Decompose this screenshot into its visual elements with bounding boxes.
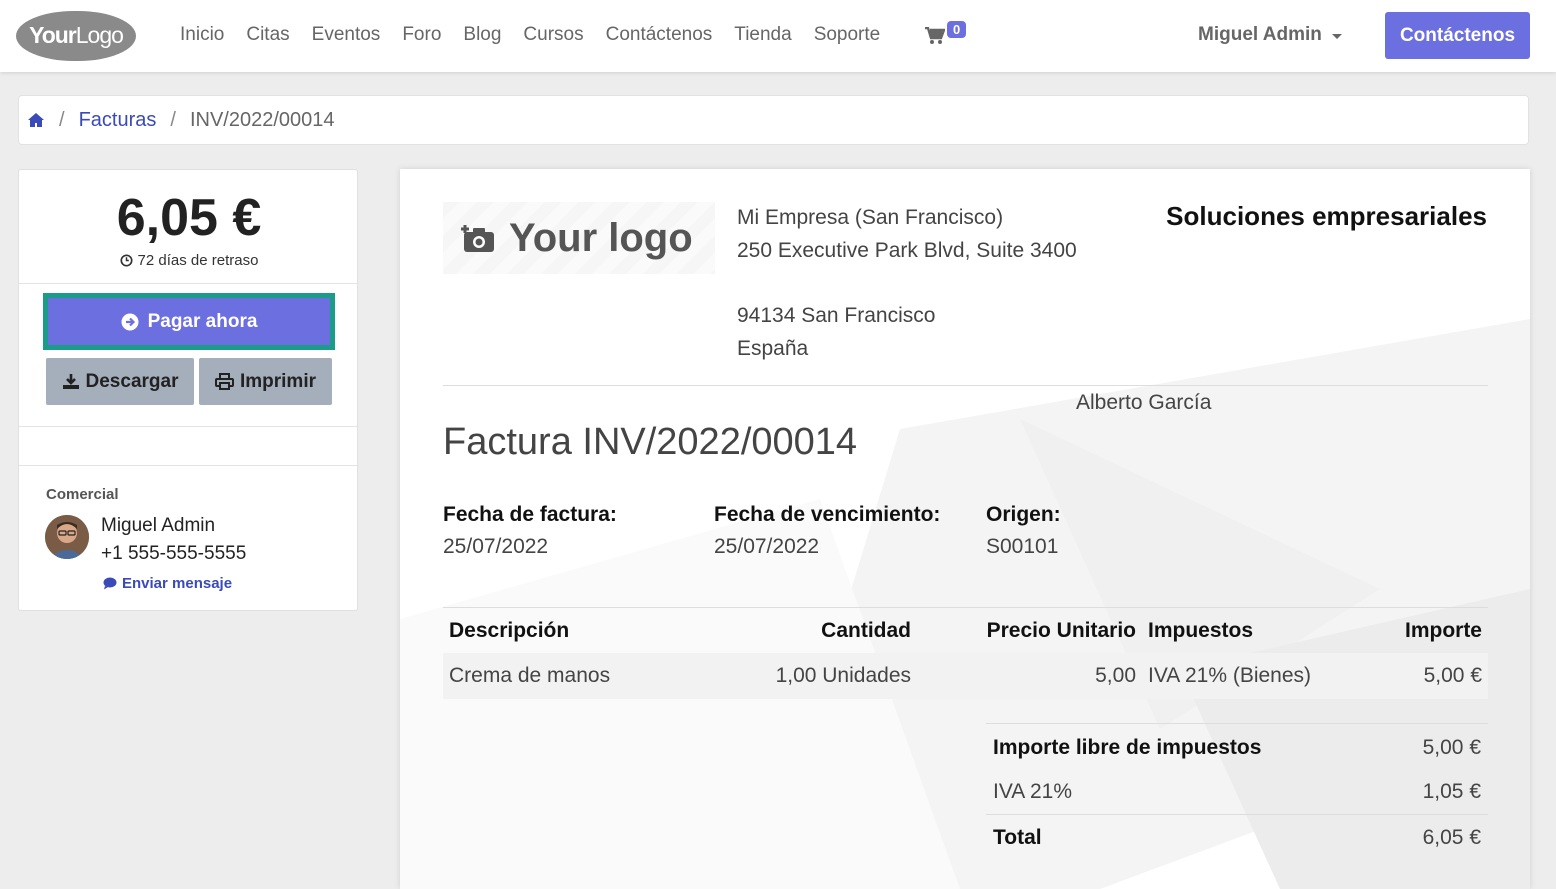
- send-message-label: Enviar mensaje: [122, 575, 233, 592]
- col-unit-price: Precio Unitario: [986, 619, 1136, 642]
- download-label: Descargar: [85, 370, 179, 392]
- nav-link-tienda[interactable]: Tienda: [734, 24, 791, 46]
- line-description: Crema de manos: [449, 664, 611, 687]
- nav-link-citas[interactable]: Citas: [246, 24, 289, 46]
- breadcrumb-separator: /: [170, 108, 176, 131]
- line-unit-price: 5,00: [1095, 664, 1136, 687]
- company-address: Mi Empresa (San Francisco) 250 Executive…: [737, 201, 1077, 365]
- company-logo-placeholder: Your logo: [443, 202, 715, 274]
- divider: [443, 385, 1488, 386]
- line-amount: 5,00 €: [1423, 664, 1482, 687]
- company-street: 250 Executive Park Blvd, Suite 3400: [737, 239, 1077, 262]
- col-amount: Importe: [1404, 619, 1482, 642]
- line-quantity: 1,00 Unidades: [775, 664, 911, 687]
- divider: [19, 283, 359, 284]
- table-row: Crema de manos 1,00 Unidades 5,00 IVA 21…: [443, 653, 1488, 699]
- cart-icon: [925, 27, 945, 44]
- print-icon: [214, 373, 234, 390]
- subtotal-value: 5,00 €: [1422, 735, 1481, 759]
- caret-down-icon: [1331, 33, 1342, 39]
- cart-button[interactable]: 0: [925, 21, 975, 52]
- top-navbar: YourLogo Inicio Citas Eventos Foro Blog …: [0, 0, 1556, 72]
- due-date-value: 25/07/2022: [714, 535, 820, 558]
- table-header-row: Descripción Cantidad Precio Unitario Imp…: [443, 609, 1488, 653]
- divider: [19, 465, 359, 466]
- download-button[interactable]: Descargar: [46, 358, 194, 405]
- breadcrumb-current: INV/2022/00014: [189, 108, 335, 131]
- logo-text: Your logo: [509, 215, 693, 260]
- breadcrumb-home[interactable]: [27, 112, 45, 128]
- nav-link-cursos[interactable]: Cursos: [523, 24, 583, 46]
- pay-now-label: Pagar ahora: [147, 310, 258, 332]
- salesperson-name: Miguel Admin: [101, 515, 216, 536]
- invoice-title: Factura INV/2022/00014: [443, 421, 858, 463]
- nav-link-blog[interactable]: Blog: [463, 24, 501, 46]
- invoice-document: Your logo Mi Empresa (San Francisco) 250…: [400, 169, 1530, 889]
- col-quantity: Cantidad: [821, 619, 911, 642]
- due-date: Fecha de vencimiento: 25/07/2022: [714, 503, 940, 559]
- divider: [19, 426, 359, 427]
- contact-us-button[interactable]: Contáctenos: [1385, 12, 1530, 59]
- invoice-date-label: Fecha de factura:: [443, 503, 617, 526]
- divider: [443, 607, 1488, 608]
- send-message-link[interactable]: Enviar mensaje: [103, 575, 232, 592]
- tax-value: 1,05 €: [1422, 779, 1481, 803]
- company-tagline: Soluciones empresariales: [1166, 201, 1487, 231]
- total-value: 6,05 €: [1422, 825, 1481, 849]
- pay-now-button[interactable]: Pagar ahora: [48, 298, 330, 345]
- print-label: Imprimir: [239, 370, 317, 392]
- nav-link-foro[interactable]: Foro: [402, 24, 441, 46]
- user-name: Miguel Admin: [1198, 24, 1322, 45]
- subtotal-row: Importe libre de impuestos 5,00 €: [986, 723, 1488, 769]
- breadcrumb-facturas-link[interactable]: Facturas: [79, 109, 157, 132]
- download-icon: [62, 374, 79, 389]
- salesperson-phone: +1 555-555-5555: [101, 543, 247, 564]
- overdue-status: 72 días de retraso: [19, 252, 359, 269]
- origin-label: Origen:: [986, 503, 1061, 526]
- company-country: España: [737, 337, 809, 360]
- clock-icon: [119, 254, 133, 267]
- total-row: Total 6,05 €: [986, 814, 1488, 860]
- company-street2: [737, 267, 1077, 299]
- total-label: Total: [993, 825, 1042, 849]
- nav-link-contactenos[interactable]: Contáctenos: [606, 24, 713, 46]
- invoice-sidebar: 6,05 € 72 días de retraso Pagar ahora De…: [18, 169, 359, 611]
- subtotal-label: Importe libre de impuestos: [993, 735, 1262, 759]
- arrow-circle-right-icon: [121, 313, 139, 330]
- nav-link-inicio[interactable]: Inicio: [180, 24, 224, 46]
- comments-icon: [103, 577, 117, 590]
- origin: Origen: S00101: [986, 503, 1061, 559]
- breadcrumb-separator: /: [59, 108, 65, 131]
- invoice-lines-table: Descripción Cantidad Precio Unitario Imp…: [443, 609, 1488, 699]
- nav-link-eventos[interactable]: Eventos: [312, 24, 381, 46]
- invoice-date-value: 25/07/2022: [443, 535, 549, 558]
- user-menu-dropdown[interactable]: Miguel Admin: [1198, 24, 1342, 46]
- company-name: Mi Empresa (San Francisco): [737, 206, 1004, 229]
- salesperson-title: Comercial: [46, 486, 119, 503]
- customer-name: Alberto García: [1076, 391, 1212, 414]
- cart-count-badge: 0: [947, 21, 967, 38]
- nav-link-soporte[interactable]: Soporte: [814, 24, 881, 46]
- amount-due: 6,05 €: [116, 189, 262, 247]
- line-taxes: IVA 21% (Bienes): [1148, 664, 1312, 687]
- home-icon: [28, 113, 44, 127]
- site-logo[interactable]: YourLogo: [16, 11, 136, 61]
- origin-value: S00101: [986, 535, 1059, 558]
- pay-now-highlight: Pagar ahora: [43, 293, 335, 350]
- tax-label: IVA 21%: [993, 779, 1072, 803]
- due-date-label: Fecha de vencimiento:: [714, 503, 941, 526]
- company-city: 94134 San Francisco: [737, 304, 936, 327]
- salesperson-avatar: [45, 515, 89, 559]
- tax-row: IVA 21% 1,05 €: [986, 769, 1488, 814]
- invoice-totals: Importe libre de impuestos 5,00 € IVA 21…: [986, 723, 1488, 860]
- main-nav: Inicio Citas Eventos Foro Blog Cursos Co…: [180, 24, 880, 46]
- col-description: Descripción: [449, 619, 570, 642]
- overdue-text: 72 días de retraso: [137, 252, 259, 269]
- breadcrumb: / Facturas / INV/2022/00014: [18, 95, 1529, 145]
- print-button[interactable]: Imprimir: [199, 358, 332, 405]
- invoice-date: Fecha de factura: 25/07/2022: [443, 503, 617, 559]
- col-taxes: Impuestos: [1148, 619, 1254, 642]
- camera-plus-icon: [461, 225, 494, 252]
